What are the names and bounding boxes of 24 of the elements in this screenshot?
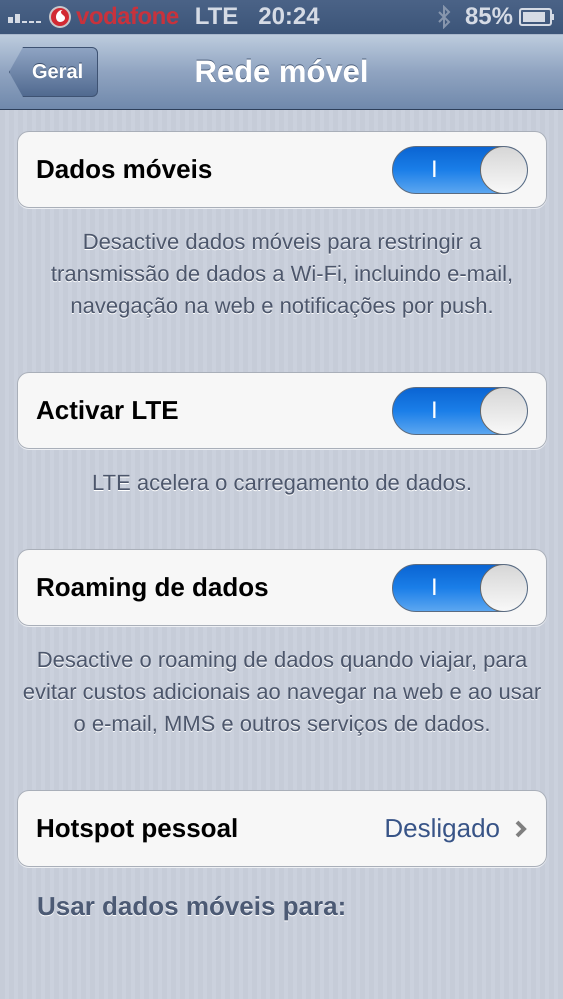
carrier-name: vodafone	[76, 3, 179, 31]
toggle-switch[interactable]: I	[392, 386, 528, 434]
toggle-switch[interactable]: I	[392, 146, 528, 194]
section-header: Usar dados móveis para:	[37, 891, 346, 921]
row-label: Activar LTE	[36, 395, 180, 426]
bluetooth-icon	[436, 5, 451, 29]
signal-icon	[8, 11, 42, 23]
nav-title: Rede móvel	[194, 54, 368, 89]
clock: 20:24	[258, 3, 320, 31]
section-footer: LTE acelera o carregamento de dados.	[21, 467, 543, 499]
row-label: Roaming de dados	[36, 572, 270, 603]
section-footer: Desactive dados móveis para restringir a transmissão de dados a Wi-Fi, incluindo e-mail, navegação na web e notificações por push.	[21, 226, 543, 322]
chevron-icon	[514, 818, 528, 838]
settings-row[interactable]: Hotspot pessoal Desligado	[17, 790, 547, 867]
battery-percent: 85%	[464, 3, 513, 31]
row-label: Dados móveis	[36, 154, 214, 185]
row-label: Hotspot pessoal	[36, 813, 240, 844]
row-value: Desligado	[384, 813, 500, 844]
toggle-switch[interactable]: I	[392, 564, 528, 612]
battery-icon	[519, 8, 555, 26]
section-footer: Desactive o roaming de dados quando viajar, para evitar custos adicionais ao navegar na web e ao usar o e-mail, MMS e outros serviços de dados.	[21, 644, 543, 740]
network-type: LTE	[194, 3, 238, 31]
back-button[interactable]: Geral	[9, 47, 98, 97]
carrier-logo-icon	[48, 5, 72, 29]
